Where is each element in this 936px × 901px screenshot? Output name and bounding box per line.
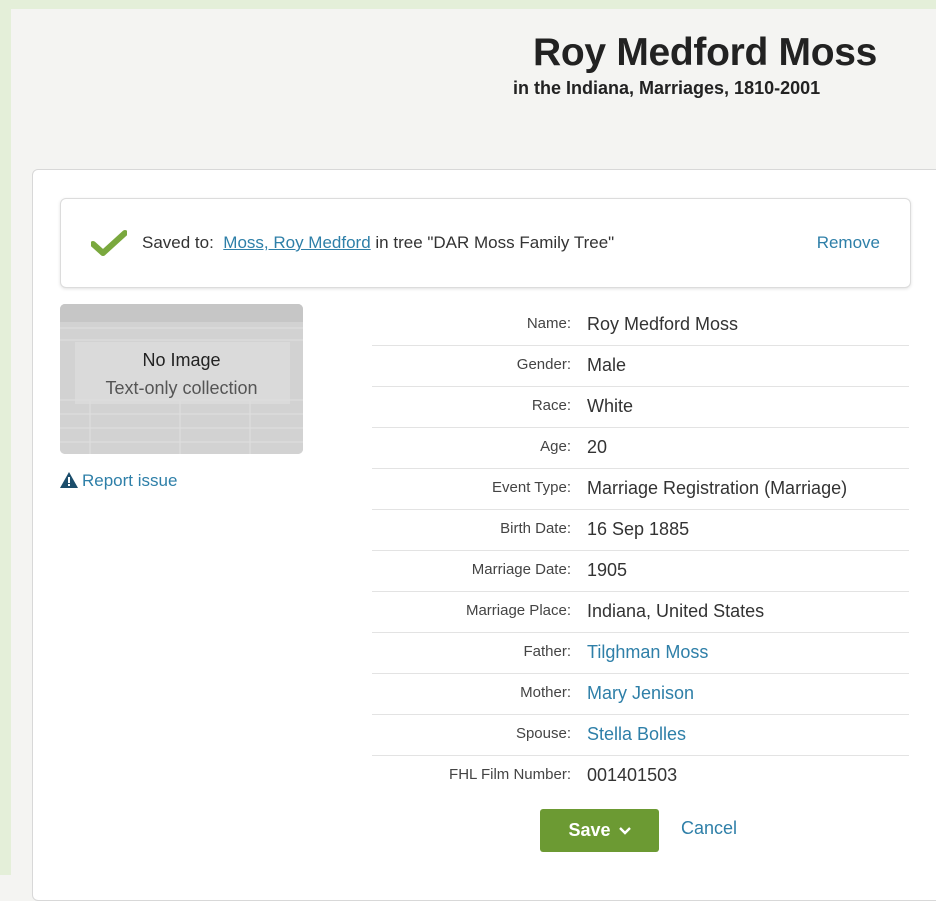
save-button-label: Save xyxy=(568,820,611,840)
record-field-label: Mother: xyxy=(520,684,571,701)
record-field-value: Male xyxy=(587,355,627,375)
remove-link[interactable]: Remove xyxy=(817,233,880,253)
record-row: Father: Tilghman Moss xyxy=(372,633,909,674)
record-field-label: Name: xyxy=(526,315,571,332)
top-border xyxy=(0,0,936,9)
chevron-down-icon xyxy=(618,826,631,835)
saved-person-link[interactable]: Moss, Roy Medford xyxy=(223,233,370,252)
record-field-label: Father: xyxy=(523,643,571,660)
record-field-label: Marriage Place: xyxy=(465,602,571,619)
page-header: Roy Medford Moss in the Indiana, Marriag… xyxy=(11,9,936,169)
report-issue-link[interactable]: Report issue xyxy=(60,471,177,491)
checkmark-icon xyxy=(91,230,127,256)
record-field-label: Race: xyxy=(531,397,571,414)
saved-notice: Saved to: Moss, Roy Medford in tree "DAR… xyxy=(60,198,911,288)
record-row: FHL Film Number: 001401503 xyxy=(372,756,909,796)
collection-subtitle: in the Indiana, Marriages, 1810-2001 xyxy=(513,78,821,98)
cancel-link[interactable]: Cancel xyxy=(681,818,737,839)
record-field-value: 16 Sep 1885 xyxy=(587,519,690,539)
saved-tree-text: in tree "DAR Moss Family Tree" xyxy=(370,233,615,252)
record-row: Mother: Mary Jenison xyxy=(372,674,909,715)
warning-triangle-icon xyxy=(60,472,78,488)
record-field-value: 20 xyxy=(587,437,608,457)
saved-text: Saved to: Moss, Roy Medford in tree "DAR… xyxy=(142,233,614,253)
record-row: Age: 20 xyxy=(372,428,909,469)
record-field-value: 1905 xyxy=(587,560,628,580)
report-issue-label: Report issue xyxy=(82,471,178,490)
page-title: Roy Medford Moss xyxy=(533,31,878,74)
record-field-link[interactable]: Stella Bolles xyxy=(587,724,686,745)
record-row: Event Type: Marriage Registration (Marria… xyxy=(372,469,909,510)
record-row: Spouse: Stella Bolles xyxy=(372,715,909,756)
record-field-label: Gender: xyxy=(516,356,571,373)
left-border xyxy=(0,0,11,875)
record-field-label: Age: xyxy=(540,438,571,455)
record-row: Name: Roy Medford Moss xyxy=(372,305,909,346)
no-image-text: No Image xyxy=(142,350,221,370)
record-field-label: Birth Date: xyxy=(500,520,571,537)
save-button[interactable]: Save xyxy=(540,809,659,852)
record-image-placeholder: No Image Text-only collection xyxy=(60,304,303,454)
record-row: Birth Date: 16 Sep 1885 xyxy=(372,510,909,551)
record-field-value: White xyxy=(587,396,634,416)
record-row: Gender: Male xyxy=(372,346,909,387)
record-details: Name: Roy Medford Moss Gender: Male Race: Whi… xyxy=(372,305,909,796)
record-field-value: Indiana, United States xyxy=(587,601,765,621)
record-field-value: Roy Medford Moss xyxy=(587,314,739,334)
record-row: Marriage Place: Indiana, United States xyxy=(372,592,909,633)
record-row: Marriage Date: 1905 xyxy=(372,551,909,592)
record-field-value: 001401503 xyxy=(587,765,678,785)
record-field-link[interactable]: Mary Jenison xyxy=(587,683,694,704)
record-field-value: Marriage Registration (Marriage) xyxy=(587,478,848,498)
text-only-collection-text: Text-only collection xyxy=(105,378,258,398)
record-field-label: Marriage Date: xyxy=(471,561,571,578)
record-field-label: Event Type: xyxy=(492,479,571,496)
record-field-label: FHL Film Number: xyxy=(449,766,571,783)
record-field-label: Spouse: xyxy=(515,725,571,742)
record-card: Saved to: Moss, Roy Medford in tree "DAR… xyxy=(32,169,936,901)
record-row: Race: White xyxy=(372,387,909,428)
saved-prefix: Saved to: xyxy=(142,233,214,252)
record-field-link[interactable]: Tilghman Moss xyxy=(587,642,708,663)
